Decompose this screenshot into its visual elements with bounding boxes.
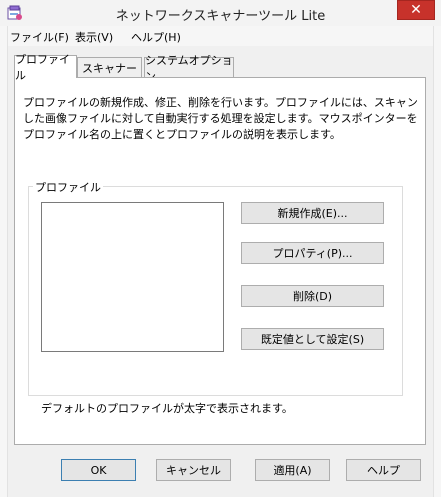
close-button[interactable]: ✕ [397, 0, 435, 20]
dialog-client-area: プロファイル スキャナー システムオプション プロファイルの新規作成、修正、削除… [8, 46, 433, 497]
profile-tab-panel: プロファイルの新規作成、修正、削除を行います。プロファイルには、スキャンした画像… [14, 77, 426, 445]
menu-file[interactable]: ファイル(F) [10, 29, 69, 45]
delete-profile-button[interactable]: 削除(D) [241, 285, 384, 307]
window-border-right [433, 26, 441, 497]
profile-properties-button[interactable]: プロパティ(P)... [241, 242, 384, 264]
window-title: ネットワークスキャナーツール Lite [115, 9, 326, 24]
window-border-left [0, 26, 8, 497]
new-profile-button[interactable]: 新規作成(E)... [241, 202, 384, 224]
profile-description: プロファイルの新規作成、修正、削除を行います。プロファイルには、スキャンした画像… [23, 96, 418, 141]
cancel-button[interactable]: キャンセル [156, 459, 231, 481]
menu-view[interactable]: 表示(V) [75, 29, 113, 45]
set-default-profile-button[interactable]: 既定値として設定(S) [241, 328, 384, 350]
title-bar: ネットワークスキャナーツール Lite ✕ [0, 0, 441, 26]
tab-profile[interactable]: プロファイル [14, 53, 77, 82]
menu-bar: ファイル(F) 表示(V) ヘルプ(H) [8, 26, 433, 46]
menu-help[interactable]: ヘルプ(H) [131, 29, 181, 45]
profile-listbox[interactable] [41, 202, 224, 352]
tab-scanner[interactable]: スキャナー [77, 57, 142, 77]
ok-button[interactable]: OK [61, 459, 136, 481]
close-icon: ✕ [410, 2, 422, 18]
profile-group-label: プロファイル [33, 179, 103, 195]
apply-button[interactable]: 適用(A) [255, 459, 330, 481]
help-button[interactable]: ヘルプ [346, 459, 421, 481]
tab-system-options[interactable]: システムオプション [144, 54, 234, 83]
default-profile-note: デフォルトのプロファイルが太字で表示されます。 [41, 402, 293, 415]
